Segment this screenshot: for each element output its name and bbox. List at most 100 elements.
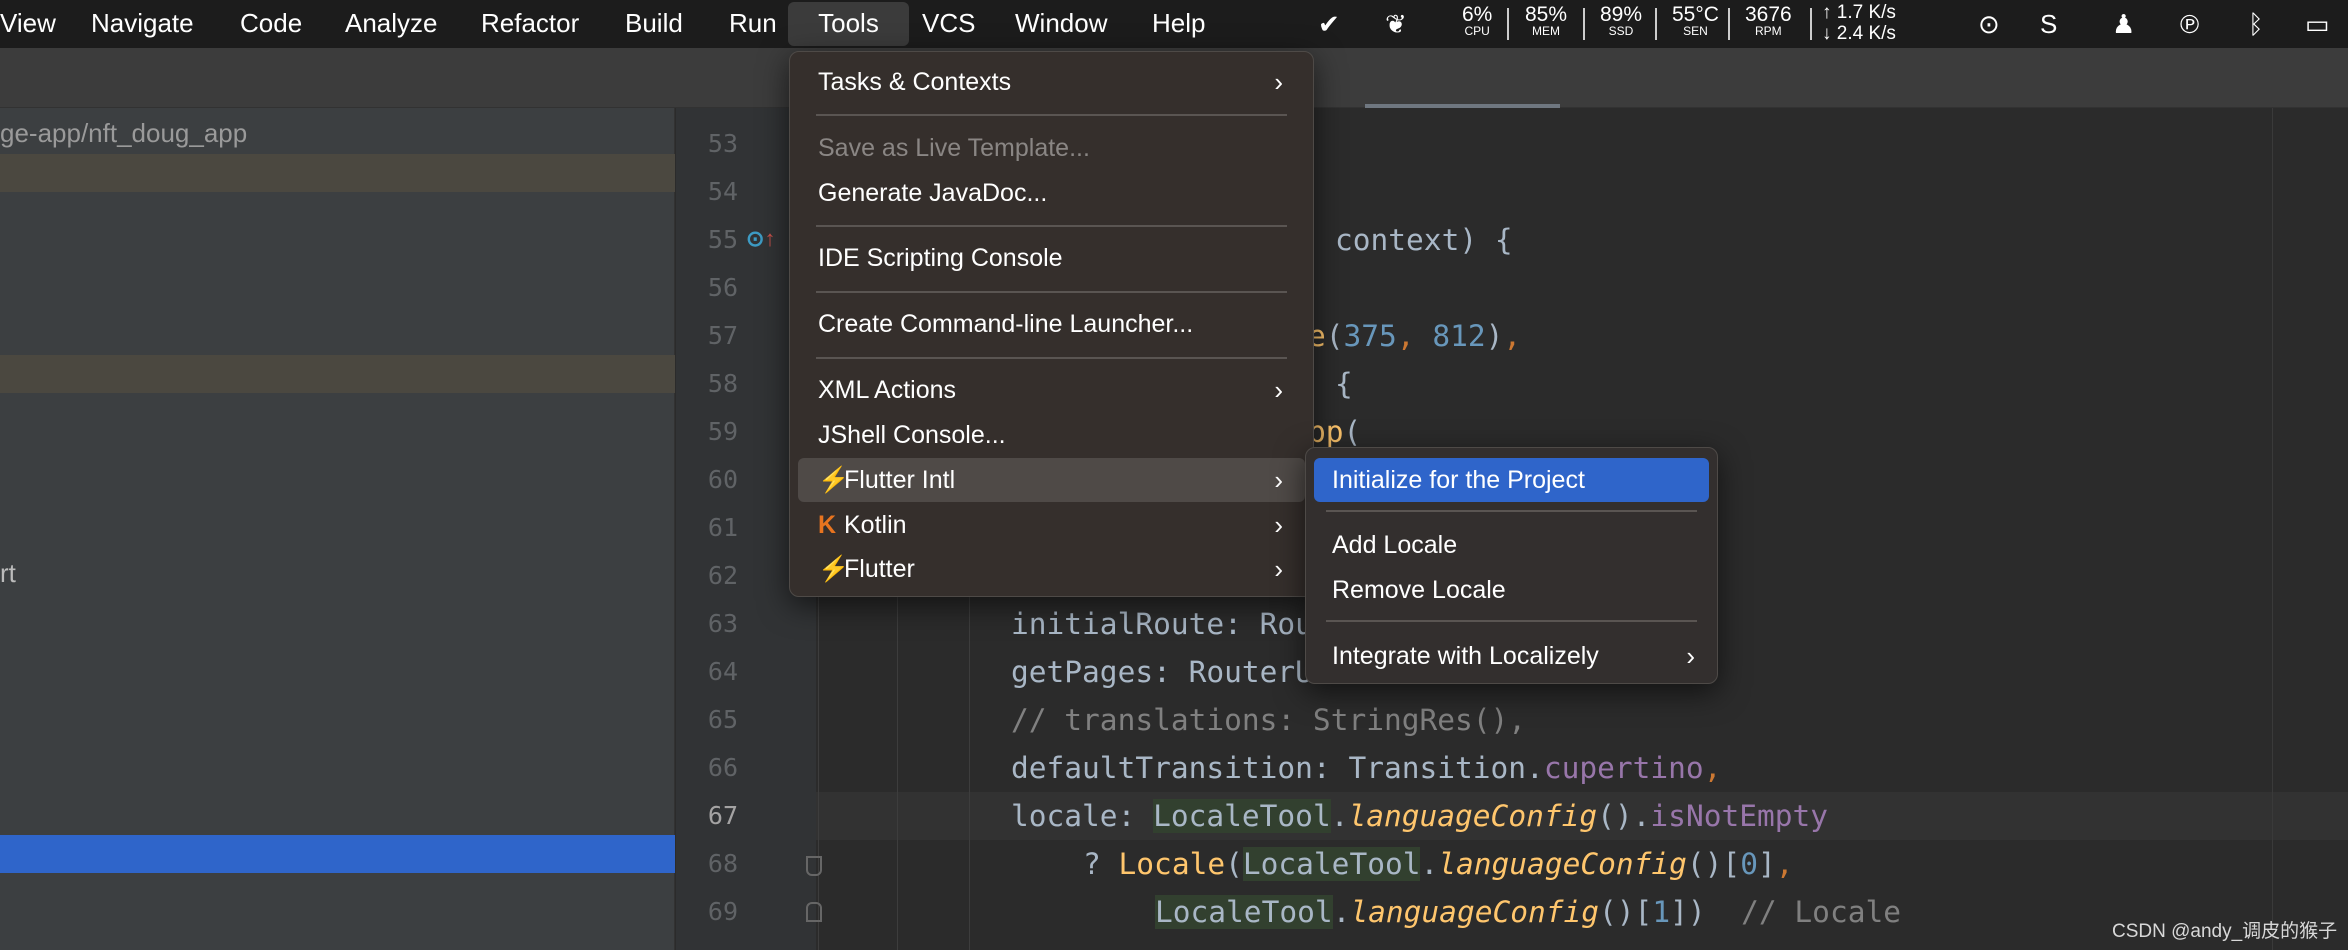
bluetooth-icon[interactable]: ᛒ	[2248, 8, 2264, 40]
status-mem: 85% MEM	[1525, 4, 1567, 37]
divider	[1810, 8, 1812, 40]
code-line[interactable]: e(375, 812),	[1308, 312, 1521, 360]
s-app-icon[interactable]: S	[2040, 8, 2057, 40]
line-number: 56	[707, 273, 738, 302]
code-token: context) {	[1335, 223, 1513, 257]
submenu-item-remove-locale[interactable]: Remove Locale	[1314, 568, 1709, 612]
divider	[1507, 8, 1509, 40]
code-line[interactable]: locale: LocaleTool.languageConfig().isNo…	[1011, 792, 1828, 840]
code-token: cupertino	[1543, 751, 1704, 785]
rpm-value: 3676	[1745, 3, 1792, 26]
chevron-right-icon: ›	[1274, 465, 1283, 495]
net-down: ↓ 2.4 K/s	[1822, 23, 1896, 44]
highlight-row	[0, 355, 675, 393]
menu-navigate[interactable]: Navigate	[91, 0, 194, 48]
code-token: (	[1225, 847, 1243, 881]
code-line[interactable]: // translations: StringRes(),	[1011, 696, 1526, 744]
menu-item-label: Create Command-line Launcher...	[818, 310, 1194, 338]
menu-vcs[interactable]: VCS	[922, 0, 975, 48]
p-app-icon[interactable]: ℗	[2180, 8, 2199, 40]
code-token: ,	[1396, 319, 1433, 353]
menu-item-label: Kotlin	[844, 511, 907, 539]
menu-separator	[816, 225, 1287, 227]
code-token: .	[1420, 847, 1439, 881]
kotlin-icon: K	[818, 511, 837, 539]
menu-code[interactable]: Code	[240, 0, 302, 48]
project-file-item[interactable]: rt	[0, 558, 16, 589]
menu-item-create-command-line-launcher[interactable]: Create Command-line Launcher...	[798, 302, 1305, 346]
active-tab-indicator	[1365, 104, 1560, 108]
ssd-label: SSD	[1608, 24, 1634, 38]
submenu-item-integrate-with-localizely[interactable]: Integrate with Localizely ›	[1314, 634, 1709, 678]
sen-label: SEN	[1683, 24, 1708, 38]
menu-item-jshell-console[interactable]: JShell Console...	[798, 413, 1305, 457]
code-token: ,	[1703, 751, 1722, 785]
code-line[interactable]: getPages: RouterU	[1011, 648, 1313, 696]
menu-item-label: Add Locale	[1332, 531, 1458, 559]
menu-item-label: Remove Locale	[1332, 576, 1506, 604]
app-icon[interactable]: ✔	[1318, 8, 1340, 40]
ssd-value: 89%	[1600, 3, 1643, 26]
menu-item-save-as-live-template[interactable]: Save as Live Template...	[798, 126, 1305, 170]
play-icon[interactable]: ⊙	[1978, 8, 2000, 40]
submenu-item-initialize-for-the-project[interactable]: Initialize for the Project	[1314, 458, 1709, 502]
line-number: 67	[707, 801, 738, 830]
menu-analyze[interactable]: Analyze	[345, 0, 438, 48]
code-line[interactable]: ? Locale(LocaleTool.languageConfig()[0],	[1083, 840, 1794, 888]
divider	[1583, 8, 1585, 40]
line-number: 65	[707, 705, 738, 734]
menu-item-xml-actions[interactable]: XML Actions ›	[798, 368, 1305, 412]
menu-bar: View Navigate Code Analyze Refactor Build Run T…	[0, 0, 2348, 48]
menu-help[interactable]: Help	[1152, 0, 1205, 48]
menu-item-generate-javadoc[interactable]: Generate JavaDoc...	[798, 171, 1305, 215]
code-token: Locale	[1118, 847, 1226, 881]
menu-tools[interactable]: Tools	[788, 2, 909, 46]
cpu-value: 6%	[1462, 3, 1493, 26]
menu-item-kotlin[interactable]: K Kotlin ›	[798, 503, 1305, 547]
qq-icon[interactable]: ♟	[2112, 8, 2135, 40]
chevron-right-icon: ›	[1274, 510, 1283, 540]
menu-item-flutter-intl[interactable]: ⚡Flutter Intl ›	[798, 458, 1305, 502]
menu-separator	[816, 357, 1287, 359]
net-up: ↑ 1.7 K/s	[1822, 2, 1896, 23]
menu-run[interactable]: Run	[729, 0, 777, 48]
menu-view[interactable]: View	[0, 0, 56, 48]
code-token: (	[1343, 415, 1362, 449]
menu-window[interactable]: Window	[1015, 0, 1107, 48]
code-token: languageConfig	[1350, 895, 1600, 929]
code-token: // translations: StringRes(),	[1011, 703, 1527, 737]
line-number: 53	[707, 129, 738, 158]
fold-marker-icon[interactable]	[806, 856, 822, 876]
battery-icon[interactable]: ▭	[2305, 8, 2330, 40]
feather-app-icon[interactable]: ❦	[1385, 8, 1407, 40]
override-marker-icon[interactable]: ⊙↑	[746, 226, 775, 252]
line-number: 60	[707, 465, 738, 494]
menu-refactor[interactable]: Refactor	[481, 0, 579, 48]
mem-value: 85%	[1525, 3, 1568, 26]
code-token: languageConfig	[1348, 799, 1598, 833]
code-line[interactable]: context) {	[1335, 216, 1513, 264]
menu-item-label: Generate JavaDoc...	[818, 179, 1048, 207]
line-number: 66	[707, 753, 738, 782]
code-token: ,	[1503, 319, 1522, 353]
line-number: 57	[707, 321, 738, 350]
right-margin-guide	[2272, 108, 2273, 950]
code-token: LocaleTool	[1153, 799, 1331, 833]
flutter-intl-submenu: Initialize for the Project Add Locale Remo…	[1305, 447, 1718, 684]
menu-item-ide-scripting-console[interactable]: IDE Scripting Console	[798, 236, 1305, 280]
line-number: 69	[707, 897, 738, 926]
submenu-item-add-locale[interactable]: Add Locale	[1314, 523, 1709, 567]
line-number: 64	[707, 657, 738, 686]
fold-marker-icon[interactable]	[806, 902, 822, 922]
code-token: defaultTransition: Transition.	[1011, 751, 1544, 785]
menu-build[interactable]: Build	[625, 0, 683, 48]
menu-item-tasks-contexts[interactable]: Tasks & Contexts ›	[798, 60, 1305, 104]
selected-row[interactable]	[0, 835, 675, 873]
code-token: ,	[1775, 847, 1794, 881]
menu-item-flutter[interactable]: ⚡Flutter ›	[798, 547, 1305, 591]
code-line[interactable]: LocaleTool.languageConfig()[1]) // Local…	[1155, 888, 1901, 936]
line-number: 59	[707, 417, 738, 446]
code-line[interactable]: {	[1335, 360, 1353, 408]
code-line[interactable]: defaultTransition: Transition.cupertino,	[1011, 744, 1721, 792]
code-line[interactable]: initialRoute: Rou	[1011, 600, 1313, 648]
